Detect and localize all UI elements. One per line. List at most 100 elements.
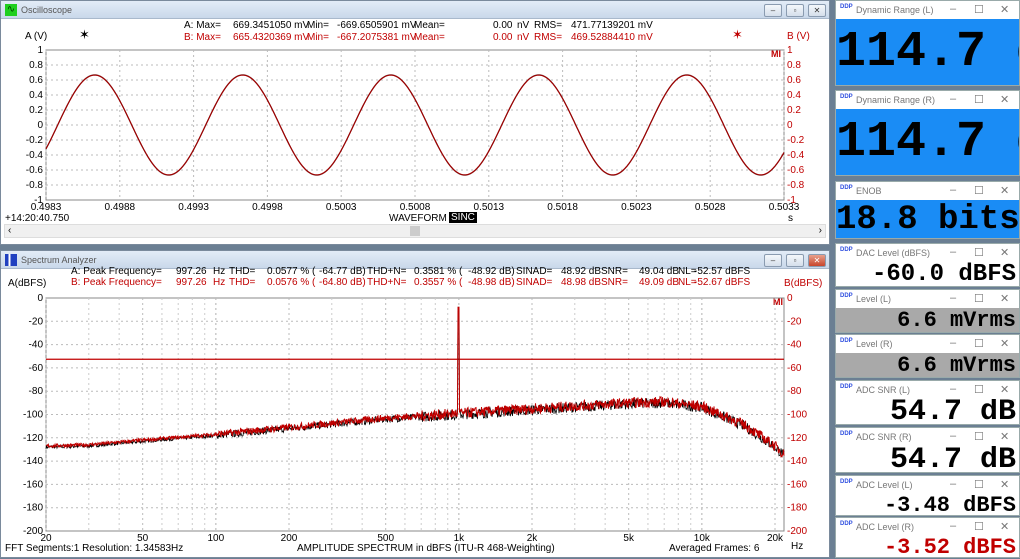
minimize-button[interactable]: – (764, 254, 782, 267)
close-button[interactable]: ✕ (1000, 520, 1009, 533)
maximize-button[interactable]: ☐ (974, 520, 984, 533)
maximize-button[interactable]: ☐ (974, 478, 984, 491)
maximize-button[interactable]: ☐ (974, 246, 984, 259)
ddp-app-icon: DDP (840, 338, 853, 344)
minimize-button[interactable]: – (950, 292, 956, 304)
sinc-toggle[interactable]: SINC (449, 212, 477, 223)
stats-b-pf: 997.26 (176, 277, 207, 288)
meter-title: ADC Level (L) (856, 480, 913, 490)
a-axis-label: A (V) (25, 31, 48, 42)
minimize-button[interactable]: – (950, 430, 956, 442)
mi-label: MI (773, 297, 783, 307)
stats-b-thdn-db: -48.98 dB) (468, 277, 515, 288)
close-button[interactable]: ✕ (1000, 337, 1009, 350)
oscilloscope-title-bar[interactable]: ∿ Oscilloscope – ▫ ✕ (1, 1, 829, 19)
spectrum-mode-label: AMPLITUDE SPECTRUM in dBFS (ITU-R 468-We… (297, 543, 555, 554)
minimize-button[interactable]: – (950, 3, 956, 15)
meter-title-bar[interactable]: DDP ADC SNR (L) – ☐ ✕ (836, 381, 1019, 399)
meter-title-bar[interactable]: DDP ADC Level (L) – ☐ ✕ (836, 476, 1019, 494)
cursor-a-marker-icon[interactable]: ✶ (79, 27, 90, 43)
stats-a-snr: 49.04 dB (639, 266, 680, 277)
b-axis-label: B (V) (787, 31, 810, 42)
y-tick-label-left: -20 (29, 316, 44, 327)
y-tick-label-left: 0.8 (29, 60, 43, 71)
maximize-button[interactable]: ☐ (974, 430, 984, 443)
ddp-app-icon: DDP (840, 431, 853, 437)
cursor-b-marker-icon[interactable]: ✶ (732, 27, 743, 43)
maximize-button[interactable]: ☐ (974, 292, 984, 305)
horizontal-scrollbar[interactable]: ‹ › (4, 224, 826, 238)
close-button[interactable]: ✕ (1000, 383, 1009, 396)
meter-title: ADC SNR (R) (856, 432, 912, 442)
meter-title-bar[interactable]: DDP Level (L) – ☐ ✕ (836, 290, 1019, 308)
maximize-button[interactable]: ☐ (974, 383, 984, 396)
meter-title: ENOB (856, 186, 882, 196)
minimize-button[interactable]: – (950, 93, 956, 105)
y-tick-label-right: 0 (787, 120, 793, 131)
x-tick-label: 0.5028 (695, 202, 726, 213)
b-mean-label: Mean= (414, 32, 445, 43)
close-button[interactable]: ✕ (1000, 430, 1009, 443)
maximize-button[interactable]: ▫ (786, 4, 804, 17)
close-button[interactable]: ✕ (1000, 184, 1009, 197)
meter-title-bar[interactable]: DDP Level (R) – ☐ ✕ (836, 335, 1019, 353)
scroll-left-icon[interactable]: ‹ (8, 225, 11, 236)
y-tick-label-right: -80 (787, 386, 802, 397)
b-min: -667.2075381 mV (337, 32, 417, 43)
close-button[interactable]: ✕ (1000, 93, 1009, 106)
maximize-button[interactable]: ☐ (974, 184, 984, 197)
minimize-button[interactable]: – (950, 184, 956, 196)
scroll-right-icon[interactable]: › (819, 225, 822, 236)
minimize-button[interactable]: – (950, 478, 956, 490)
meter-title-bar[interactable]: DDP ENOB – ☐ ✕ (836, 182, 1019, 200)
stats-a-pf-label: A: Peak Frequency= (71, 266, 162, 277)
minimize-button[interactable]: – (764, 4, 782, 17)
close-button[interactable]: ✕ (1000, 292, 1009, 305)
a-min-label: Min= (307, 20, 329, 31)
y-tick-label-left: -200 (23, 526, 43, 537)
a-max: 669.3451050 mV (233, 20, 310, 31)
stats-a-snr-label: SNR= (601, 266, 628, 277)
meter-value: 18.8 bits (836, 200, 1019, 238)
minimize-button[interactable]: – (950, 383, 956, 395)
close-button[interactable]: ✕ (1000, 3, 1009, 16)
y-tick-label-left: 0 (37, 120, 43, 131)
waveform-label: WAVEFORM (389, 213, 447, 224)
y-tick-label-right: 0.2 (787, 105, 801, 116)
minimize-button[interactable]: – (950, 520, 956, 532)
maximize-button[interactable]: ☐ (974, 337, 984, 350)
close-button[interactable]: ✕ (808, 254, 826, 267)
y-tick-label-left: -40 (29, 340, 44, 351)
meter-title-bar[interactable]: DDP Dynamic Range (R) – ☐ ✕ (836, 91, 1019, 109)
x-tick-label: 0.5013 (474, 202, 505, 213)
meter-adc-snr-l: DDP ADC SNR (L) – ☐ ✕ 54.7 dB (835, 380, 1020, 425)
meter-title-bar[interactable]: DDP ADC SNR (R) – ☐ ✕ (836, 428, 1019, 446)
close-button[interactable]: ✕ (1000, 246, 1009, 259)
stats-a-thdn-label: THD+N= (367, 266, 407, 277)
meter-value: 114.7 dB (836, 109, 1019, 175)
meter-title: Dynamic Range (L) (856, 5, 934, 15)
maximize-button[interactable]: ☐ (974, 93, 984, 106)
y-tick-label-right: -20 (787, 316, 802, 327)
maximize-button[interactable]: ☐ (974, 3, 984, 16)
close-button[interactable]: ✕ (1000, 478, 1009, 491)
close-button[interactable]: ✕ (808, 4, 826, 17)
y-tick-label-left: 1 (37, 45, 43, 56)
scrollbar-thumb[interactable] (410, 226, 420, 236)
meter-title-bar[interactable]: DDP ADC Level (R) – ☐ ✕ (836, 518, 1019, 536)
minimize-button[interactable]: – (950, 337, 956, 349)
x-tick-label: 200 (281, 533, 298, 544)
y-tick-label-right: -100 (787, 410, 807, 421)
y-tick-label-right: -0.4 (787, 150, 805, 161)
meter-value: -3.52 dBFS (836, 536, 1019, 557)
stats-b-snr: 49.09 dB (639, 277, 680, 288)
maximize-button[interactable]: ▫ (786, 254, 804, 267)
spectrum-plot[interactable]: 0 0 -20 -20 -40 -40 -60 -60 -80 -80 -100 -100 -120 -1… (1, 251, 831, 559)
minimize-button[interactable]: – (950, 246, 956, 258)
meter-title: ADC Level (R) (856, 522, 915, 532)
meter-title-bar[interactable]: DDP Dynamic Range (L) – ☐ ✕ (836, 1, 1019, 19)
stats-b-nl: -52.67 dBFS (694, 277, 751, 288)
x-tick-label: 0.5033 (769, 202, 800, 213)
meter-title-bar[interactable]: DDP DAC Level (dBFS) – ☐ ✕ (836, 244, 1019, 262)
x-tick-label: 0.5023 (621, 202, 652, 213)
